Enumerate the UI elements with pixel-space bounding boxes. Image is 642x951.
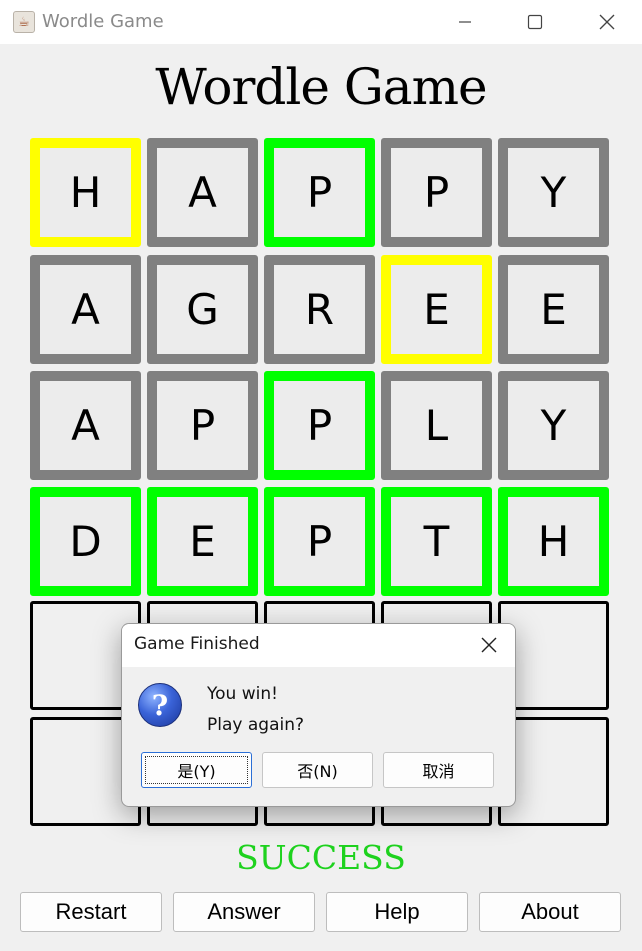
no-button-label: 否(N) [297, 762, 338, 781]
question-icon: ? [138, 683, 182, 727]
letter-tile-gray: G [147, 255, 258, 364]
letter-tile-gray: Y [498, 138, 609, 247]
letter-tile-gray: P [381, 138, 492, 247]
dialog-message-win: You win! [207, 684, 278, 704]
dialog-title: Game Finished [134, 634, 260, 654]
letter-tile-gray: E [498, 255, 609, 364]
letter-tile-gray: A [147, 138, 258, 247]
help-button[interactable]: Help [326, 892, 468, 932]
cancel-button-label: 取消 [422, 762, 455, 781]
status-text: SUCCESS [236, 838, 406, 877]
letter-tile-yellow: H [30, 138, 141, 247]
game-finished-dialog: Game Finished ? You win! Play again? 是(Y… [121, 623, 516, 807]
letter-tile-green: H [498, 487, 609, 596]
close-icon [599, 14, 615, 30]
dialog-title-bar: Game Finished [122, 624, 515, 667]
letter-tile-yellow: E [381, 255, 492, 364]
close-icon [481, 637, 497, 653]
letter-tile-gray: P [147, 371, 258, 480]
dialog-close-button[interactable] [472, 632, 506, 658]
about-button[interactable]: About [479, 892, 621, 932]
focus-ring [145, 756, 248, 784]
maximize-icon [527, 14, 543, 30]
main-window: ☕ Wordle Game Wordle Game HAPPYAGREEAPPL… [0, 0, 642, 951]
java-cup-icon[interactable]: ☕ [13, 11, 35, 33]
window-title: Wordle Game [42, 11, 164, 32]
letter-tile-green: P [264, 487, 375, 596]
answer-button[interactable]: Answer [173, 892, 315, 932]
title-bar: ☕ Wordle Game [0, 0, 642, 44]
letter-tile-gray: A [30, 371, 141, 480]
yes-button[interactable]: 是(Y) [141, 752, 252, 788]
game-heading: Wordle Game [155, 58, 487, 116]
letter-tile-gray: Y [498, 371, 609, 480]
no-button[interactable]: 否(N) [262, 752, 373, 788]
restart-button[interactable]: Restart [20, 892, 162, 932]
letter-tile-gray: L [381, 371, 492, 480]
minimize-icon [459, 21, 471, 23]
letter-tile-green: P [264, 371, 375, 480]
letter-tile-green: T [381, 487, 492, 596]
close-button[interactable] [572, 0, 642, 44]
letter-tile-green: E [147, 487, 258, 596]
letter-tile-gray: A [30, 255, 141, 364]
letter-tile-green: D [30, 487, 141, 596]
letter-tile-green: P [264, 138, 375, 247]
cancel-button[interactable]: 取消 [383, 752, 494, 788]
minimize-button[interactable] [430, 0, 500, 44]
maximize-button[interactable] [500, 0, 570, 44]
dialog-message-play-again: Play again? [207, 715, 305, 735]
letter-tile-gray: R [264, 255, 375, 364]
